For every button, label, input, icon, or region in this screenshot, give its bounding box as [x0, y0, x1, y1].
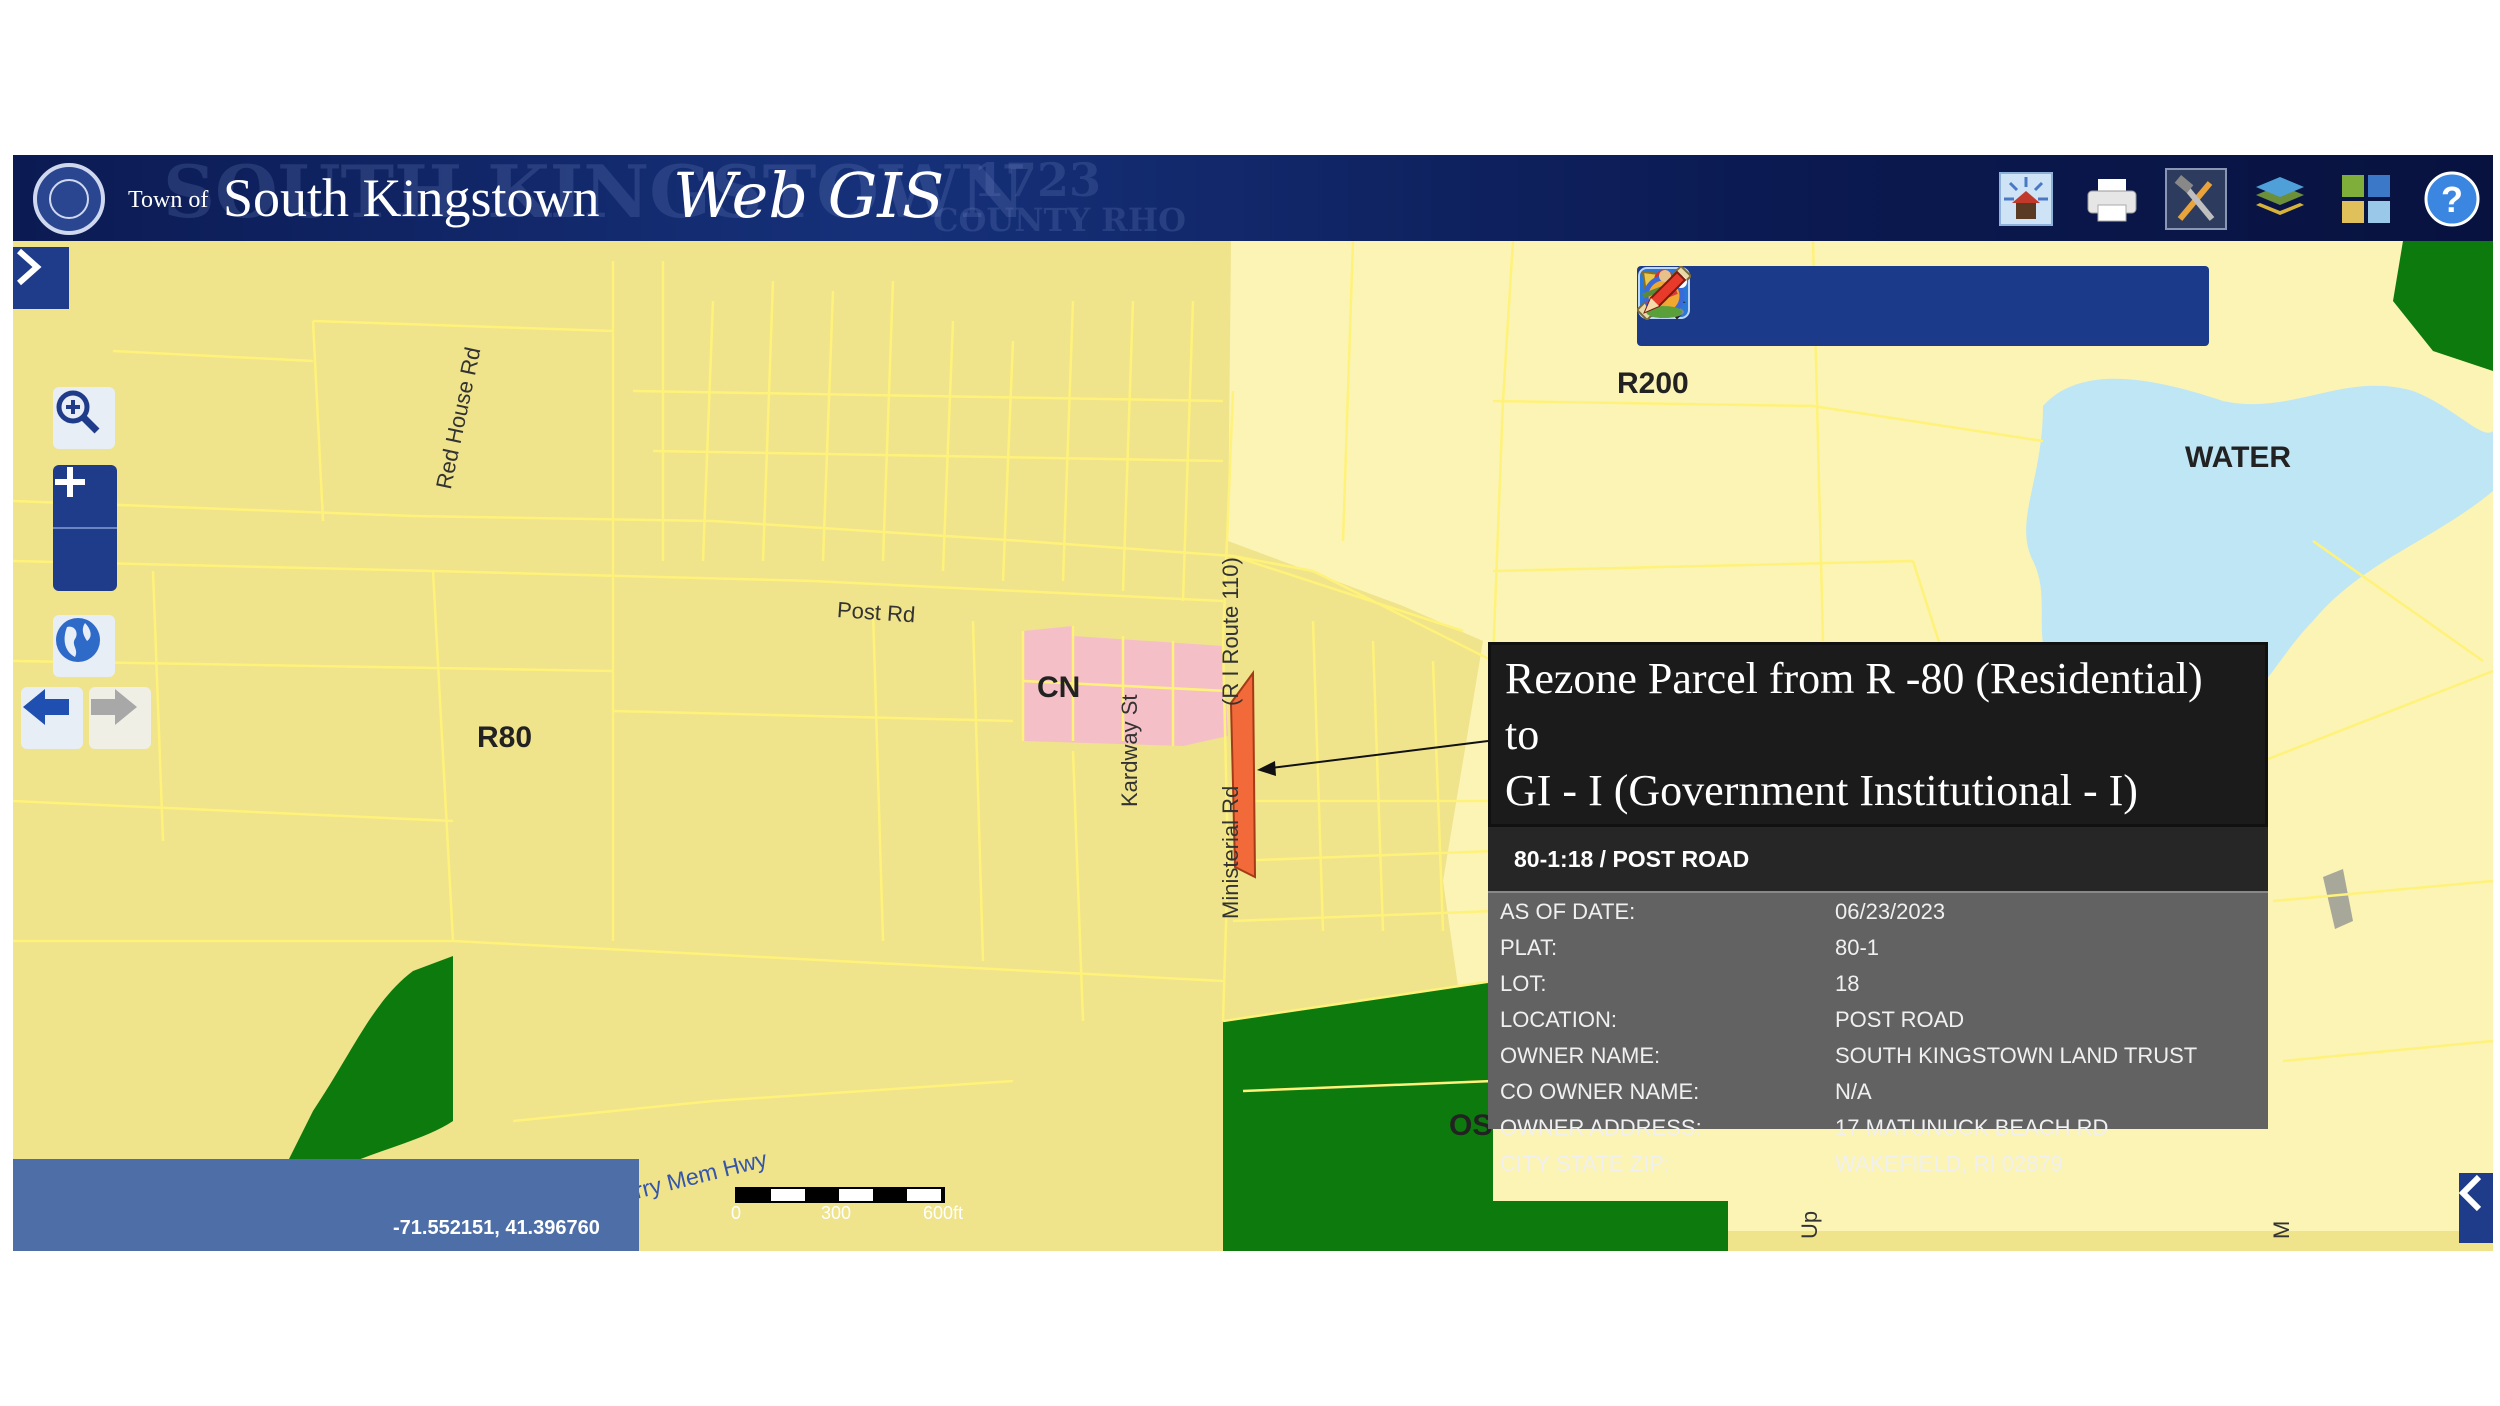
full-extent-button[interactable]: [53, 615, 115, 677]
popup-value: 18: [1835, 971, 1860, 996]
minus-icon: [55, 479, 85, 485]
draw-tool[interactable]: [1642, 276, 2056, 335]
layers-button[interactable]: [2249, 168, 2311, 230]
popup-row: LOCATION: POST ROAD: [1488, 1001, 2268, 1037]
zone-label-os: OS: [1449, 1109, 1493, 1142]
app-header: SOUTH KINGSTOWN 1723 COUNTY RHO Town of …: [13, 155, 2493, 241]
annotation-line-2: to: [1505, 710, 1540, 759]
home-extent-icon: [1999, 172, 2053, 226]
layers-icon: [2256, 177, 2304, 215]
rezone-annotation-box: Rezone Parcel from R -80 (Residential) t…: [1488, 642, 2268, 827]
expand-panel-button[interactable]: [13, 247, 69, 309]
popup-body: AS OF DATE: 06/23/2023 PLAT: 80-1 LOT: 18 L…: [1488, 891, 2268, 1176]
road-label-kardway: Kardway St: [1117, 694, 1142, 808]
popup-label: LOCATION:: [1500, 1007, 1617, 1032]
header-watermark-year: 1723: [973, 155, 1102, 207]
select-tool[interactable]: [1641, 270, 1778, 335]
locate-pin-tool[interactable]: [1644, 270, 1848, 335]
globe-icon: [56, 618, 100, 662]
popup-value: SOUTH KINGSTOWN LAND TRUST: [1835, 1043, 2198, 1068]
markup-pencil-icon: [1643, 270, 1687, 314]
annotation-line-3: GI - I (Government Institutional - I): [1505, 766, 2138, 815]
road-label-up: Up: [1797, 1210, 1822, 1239]
previous-extent-button[interactable]: [21, 687, 83, 749]
print-button[interactable]: [2081, 168, 2143, 230]
road-label-right-edge: M: [2269, 1220, 2294, 1239]
popup-label: LOT:: [1500, 971, 1547, 996]
arrow-right-icon: [91, 689, 137, 725]
popup-row: CITY STATE ZIP: WAKEFIELD, RI 02879: [1488, 1145, 2268, 1181]
zone-label-water: WATER: [2185, 441, 2292, 474]
popup-label: CITY STATE ZIP:: [1500, 1151, 1670, 1176]
zone-label-r200: R200: [1617, 367, 1689, 400]
gis-app-window: SOUTH KINGSTOWN 1723 COUNTY RHO Town of …: [13, 155, 2493, 1251]
coordinates-bar: -71.552151, 41.396760: [13, 1159, 639, 1251]
popup-row: OWNER NAME: SOUTH KINGSTOWN LAND TRUST: [1488, 1037, 2268, 1073]
help-icon: ?: [2424, 171, 2480, 227]
road-label-post: Post Rd: [836, 597, 917, 628]
app-name-title: Web GIS: [673, 159, 945, 232]
popup-row: PLAT: 80-1: [1488, 929, 2268, 965]
chevron-right-icon: [17, 248, 42, 286]
popup-label: OWNER NAME:: [1500, 1043, 1661, 1068]
home-extent-button[interactable]: [1995, 168, 2057, 230]
popup-label: CO OWNER NAME:: [1500, 1079, 1700, 1104]
popup-value: N/A: [1835, 1079, 1872, 1104]
help-button[interactable]: ?: [2421, 168, 2483, 230]
map-tools-toolbar: i: [1637, 266, 2209, 346]
popup-value: POST ROAD: [1835, 1007, 1965, 1032]
popup-value: 17 MATUNUCK BEACH RD: [1835, 1115, 2109, 1140]
zoom-control: [53, 465, 117, 591]
zone-label-cn: CN: [1037, 671, 1081, 704]
popup-value: 06/23/2023: [1835, 899, 1946, 924]
map-viewport[interactable]: R200 WATER CN R80 OS Red House Rd Post R…: [13, 241, 2493, 1251]
popup-label: OWNER ADDRESS:: [1500, 1115, 1702, 1140]
next-extent-button[interactable]: [89, 687, 151, 749]
annotation-arrowhead: [1257, 761, 1276, 776]
popup-value: WAKEFIELD, RI 02879: [1835, 1151, 2063, 1176]
header-watermark-county: COUNTY RHO: [933, 201, 1186, 239]
collapse-panel-button[interactable]: [2459, 1173, 2493, 1243]
road-label-ri-route: (R I Route 110): [1218, 557, 1243, 706]
tools-icon: [2174, 175, 2215, 221]
parcel-info-popup: 80-1:18 / POST ROAD AS OF DATE: 06/23/202…: [1488, 827, 2268, 1176]
scale-label-0: 0: [731, 1203, 742, 1223]
basemap-gallery-icon: [2342, 175, 2390, 223]
popup-row: AS OF DATE: 06/23/2023: [1488, 893, 2268, 929]
coordinates-readout: -71.552151, 41.396760: [393, 1217, 600, 1239]
open-space-bottom-right: [1493, 1201, 1728, 1251]
print-icon: [2087, 179, 2137, 222]
town-seal-logo: [33, 163, 105, 235]
popup-label: AS OF DATE:: [1500, 899, 1636, 924]
open-space-left: [273, 956, 453, 1191]
annotation-line-1: Rezone Parcel from R -80 (Residential): [1505, 654, 2203, 703]
zone-label-r80: R80: [477, 721, 533, 754]
help-icon-glyph: ?: [2441, 179, 2463, 220]
scale-label-600: 600ft: [923, 1203, 964, 1223]
road-label-ministerial: Ministerial Rd: [1218, 785, 1243, 919]
markup-tool[interactable]: [1643, 270, 2195, 335]
arrow-left-icon: [23, 689, 69, 725]
town-name-title: South Kingstown: [223, 168, 600, 228]
popup-row: OWNER ADDRESS: 17 MATUNUCK BEACH RD: [1488, 1109, 2268, 1145]
popup-title: 80-1:18 / POST ROAD: [1488, 827, 2268, 891]
chevron-left-icon: [2459, 1174, 2482, 1212]
town-of-label: Town of: [128, 187, 209, 213]
popup-row: CO OWNER NAME: N/A: [1488, 1073, 2268, 1109]
zoom-out-button[interactable]: [53, 479, 117, 591]
popup-row: LOT: 18: [1488, 965, 2268, 1001]
basemap-gallery-button[interactable]: [2335, 168, 2397, 230]
scale-label-300: 300: [821, 1203, 852, 1223]
popup-value: 80-1: [1835, 935, 1880, 960]
magnifier-icon: [56, 390, 100, 434]
measure-tool[interactable]: [1637, 266, 1917, 335]
scale-bar: [735, 1187, 945, 1203]
popup-label: PLAT:: [1500, 935, 1558, 960]
buffer-tool[interactable]: [1643, 275, 1987, 335]
geolocate-tool[interactable]: [1646, 270, 2126, 335]
tools-button[interactable]: [2165, 168, 2227, 230]
zoom-to-button[interactable]: [53, 387, 115, 449]
